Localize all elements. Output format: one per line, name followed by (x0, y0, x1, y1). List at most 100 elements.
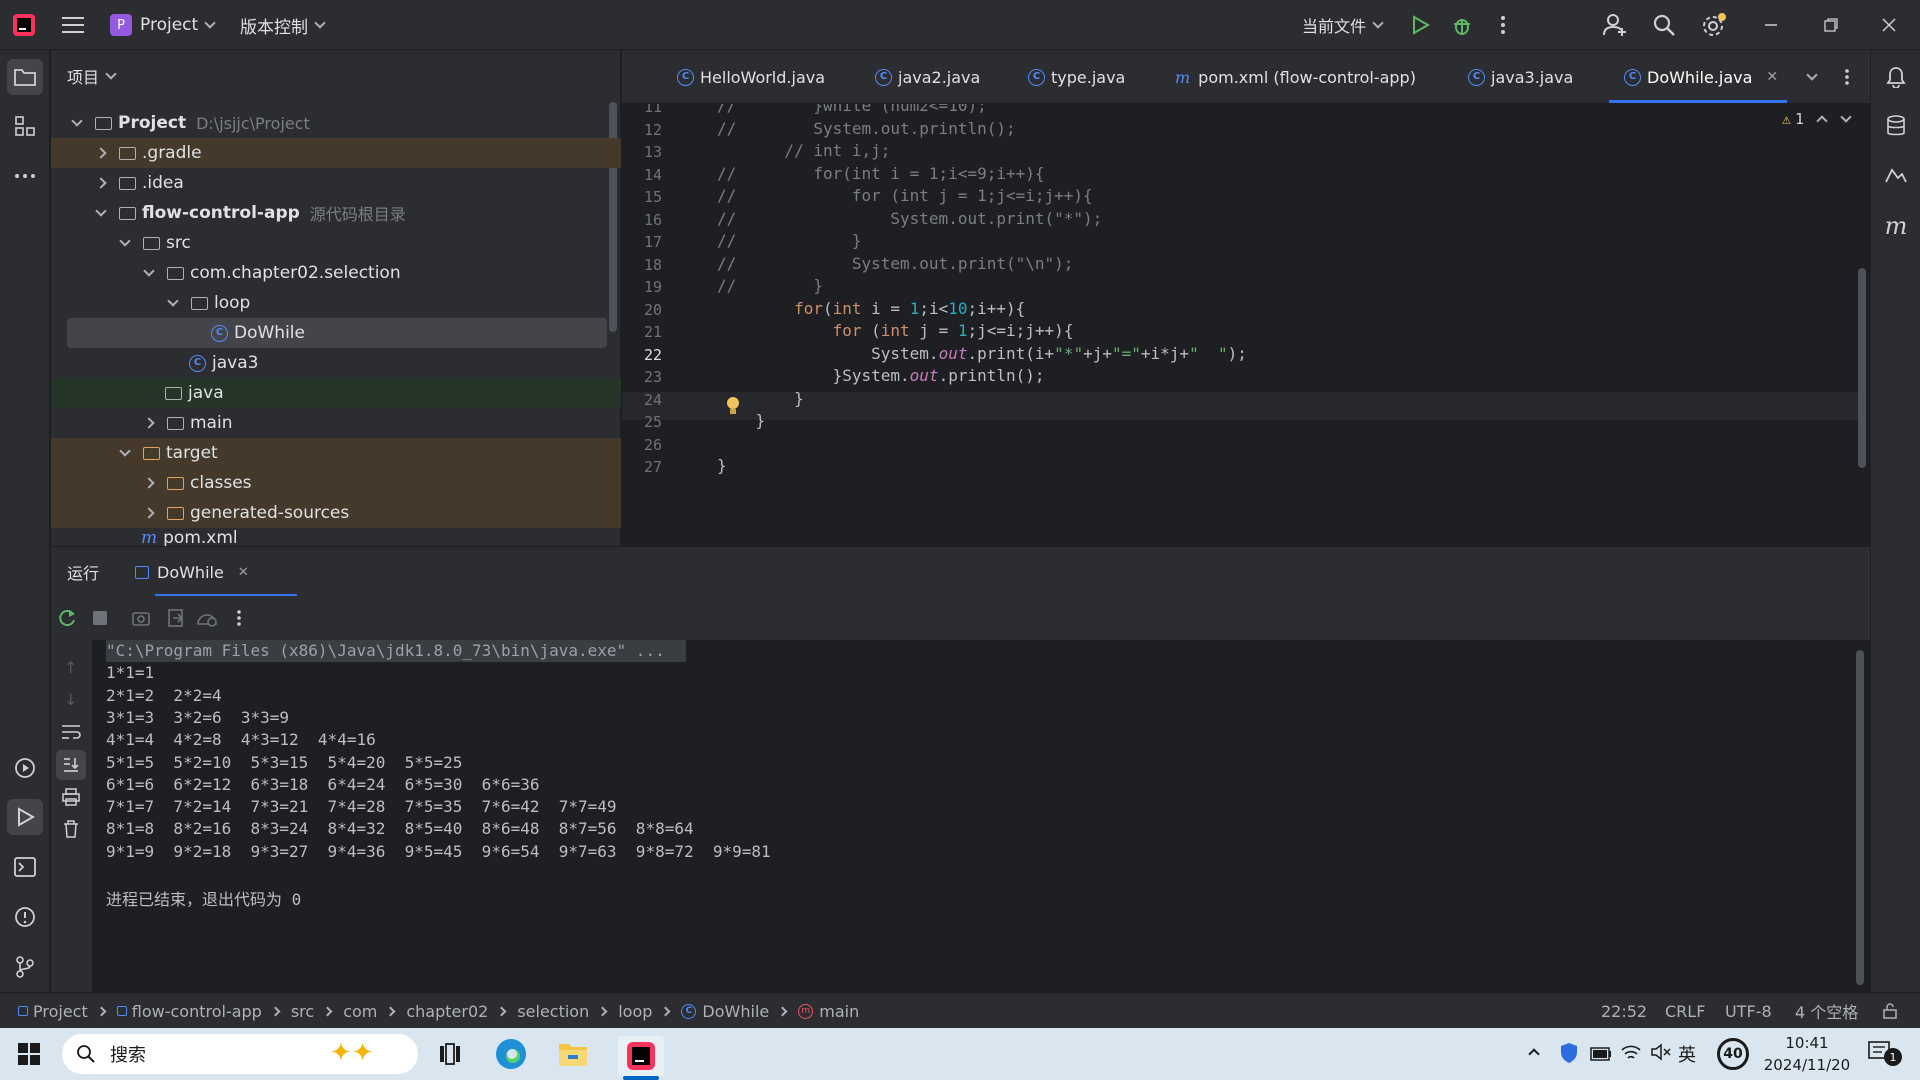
chevron-up-icon[interactable] (1816, 115, 1828, 127)
defender-tray-icon[interactable] (1560, 1042, 1578, 1069)
project-tool-button[interactable] (7, 59, 43, 95)
breadcrumb-loop[interactable]: loop (618, 1002, 652, 1021)
soft-wrap-button[interactable] (61, 724, 81, 745)
console-output[interactable]: "C:\Program Files (x86)\Java\jdk1.8.0_73… (92, 640, 1870, 992)
coverage-button[interactable] (196, 608, 218, 633)
run-config-selector[interactable]: 当前文件 (1302, 0, 1384, 50)
minimize-button[interactable] (1764, 0, 1778, 50)
tab-dowhile[interactable]: C DoWhile.java ✕ (1624, 50, 1778, 104)
breadcrumb-selection[interactable]: selection (517, 1002, 589, 1021)
taskbar-clock[interactable]: 10:41 2024/11/20 (1762, 1032, 1852, 1076)
close-tab-icon[interactable]: ✕ (238, 565, 249, 580)
caret-position[interactable]: 22:52 (1601, 993, 1647, 1029)
tree-item-package-selection[interactable]: com.chapter02.selection (51, 258, 621, 288)
breadcrumb-project[interactable]: Project (33, 1002, 88, 1021)
debug-button[interactable] (1451, 0, 1473, 50)
scroll-up-icon[interactable]: ↑ (64, 658, 77, 677)
project-panel-header[interactable]: 项目 (51, 50, 620, 102)
ime-indicator[interactable]: 英 (1678, 1028, 1696, 1080)
file-encoding[interactable]: UTF-8 (1725, 993, 1772, 1029)
database-tool-button[interactable] (1878, 108, 1914, 144)
tray-badge[interactable]: 40 (1717, 1038, 1749, 1070)
editor-scrollbar[interactable] (1858, 268, 1866, 468)
dump-threads-button[interactable] (131, 608, 151, 633)
scroll-to-end-button[interactable] (56, 750, 86, 780)
git-tool-button[interactable] (7, 949, 43, 985)
code-with-me-button[interactable] (1603, 0, 1627, 50)
tree-item-generated-sources[interactable]: generated-sources (51, 498, 621, 528)
notifications-tool-button[interactable] (1878, 59, 1914, 95)
edge-browser-button[interactable] (495, 1038, 527, 1075)
close-button[interactable] (1882, 0, 1896, 50)
tree-item-dowhile[interactable]: C DoWhile (51, 318, 621, 348)
stop-button[interactable] (93, 611, 107, 625)
settings-button[interactable] (1701, 0, 1727, 50)
tree-item-loop[interactable]: loop (51, 288, 621, 318)
run-button[interactable] (1410, 0, 1430, 50)
ai-assistant-tool-button[interactable] (1878, 158, 1914, 194)
lock-icon[interactable] (1882, 993, 1898, 1029)
clear-console-button[interactable] (63, 820, 79, 843)
code-editor[interactable]: ⚠ 1 11 // }while (num2<=10); 12 // System.ou… (622, 104, 1870, 546)
run-tab-dowhile[interactable]: DoWhile ✕ (135, 547, 249, 597)
tree-item-flow-control-app[interactable]: flow-control-app 源代码根目录 (51, 198, 621, 228)
breadcrumb-com[interactable]: com (343, 1002, 377, 1021)
run-tool-button[interactable] (7, 799, 43, 835)
restore-button[interactable] (1824, 0, 1838, 50)
tab-list-button[interactable] (1806, 50, 1818, 104)
inspection-widget[interactable]: ⚠ 1 (1782, 110, 1852, 128)
more-tools-button[interactable] (7, 158, 43, 194)
intellij-taskbar-button[interactable] (618, 1036, 664, 1076)
close-tab-icon[interactable]: ✕ (1766, 69, 1778, 85)
wifi-icon[interactable] (1620, 1042, 1642, 1067)
problems-tool-button[interactable] (7, 899, 43, 935)
search-everywhere-button[interactable] (1652, 0, 1676, 50)
tree-item-classes[interactable]: classes (51, 468, 621, 498)
tab-pom[interactable]: m pom.xml (flow-control-app) (1175, 50, 1416, 104)
maven-tool-button[interactable]: m (1878, 208, 1914, 244)
tab-helloworld[interactable]: C HelloWorld.java (677, 50, 825, 104)
tree-item-project-root[interactable]: Project D:\jsjjc\Project (51, 108, 621, 138)
vcs-menu[interactable]: 版本控制 (240, 0, 326, 50)
breadcrumb-module[interactable]: flow-control-app (132, 1002, 262, 1021)
tree-item-java[interactable]: java (51, 378, 621, 408)
tab-java2[interactable]: Cjava2.java (875, 50, 980, 104)
tree-item-gradle[interactable]: .gradle (51, 138, 621, 168)
chevron-down-icon[interactable] (1840, 111, 1852, 123)
notification-center-button[interactable]: 1 (1868, 1040, 1902, 1073)
line-ending[interactable]: CRLF (1665, 993, 1705, 1029)
indent-setting[interactable]: 4 个空格 (1795, 993, 1858, 1029)
run-more-button[interactable] (236, 609, 242, 632)
console-scrollbar[interactable] (1856, 650, 1864, 985)
more-actions-button[interactable] (1500, 0, 1506, 50)
tree-item-target[interactable]: target (51, 438, 621, 468)
battery-icon[interactable] (1590, 1046, 1612, 1066)
breadcrumb-method[interactable]: main (819, 1002, 859, 1021)
tree-item-java3[interactable]: C java3 (51, 348, 621, 378)
scroll-down-icon[interactable]: ↓ (64, 690, 77, 709)
tree-item-main[interactable]: main (51, 408, 621, 438)
tab-more-button[interactable] (1844, 50, 1850, 104)
structure-tool-button[interactable] (7, 108, 43, 144)
project-switcher[interactable]: P Project (110, 0, 216, 50)
print-button[interactable] (62, 788, 80, 811)
start-button[interactable] (18, 1043, 40, 1070)
taskbar-search-box[interactable]: 搜索 ✦✦ (62, 1034, 418, 1074)
main-menu-button[interactable] (62, 0, 84, 50)
rerun-button[interactable] (57, 608, 77, 633)
volume-muted-icon[interactable] (1650, 1042, 1672, 1067)
breadcrumb-src[interactable]: src (291, 1002, 314, 1021)
terminal-tool-button[interactable] (7, 849, 43, 885)
file-explorer-button[interactable] (558, 1040, 588, 1073)
tree-item-pom[interactable]: m pom.xml (51, 528, 621, 546)
tree-item-src[interactable]: src (51, 228, 621, 258)
task-view-button[interactable] (438, 1042, 462, 1071)
tab-java3[interactable]: Cjava3.java (1468, 50, 1573, 104)
tab-type[interactable]: Ctype.java (1028, 50, 1125, 104)
services-tool-button[interactable] (7, 750, 43, 786)
tree-item-idea[interactable]: .idea (51, 168, 621, 198)
show-hidden-icons-button[interactable] (1528, 1042, 1540, 1062)
breadcrumb-chapter02[interactable]: chapter02 (406, 1002, 488, 1021)
breadcrumb-class[interactable]: DoWhile (702, 1002, 769, 1021)
exit-button[interactable] (166, 608, 186, 633)
